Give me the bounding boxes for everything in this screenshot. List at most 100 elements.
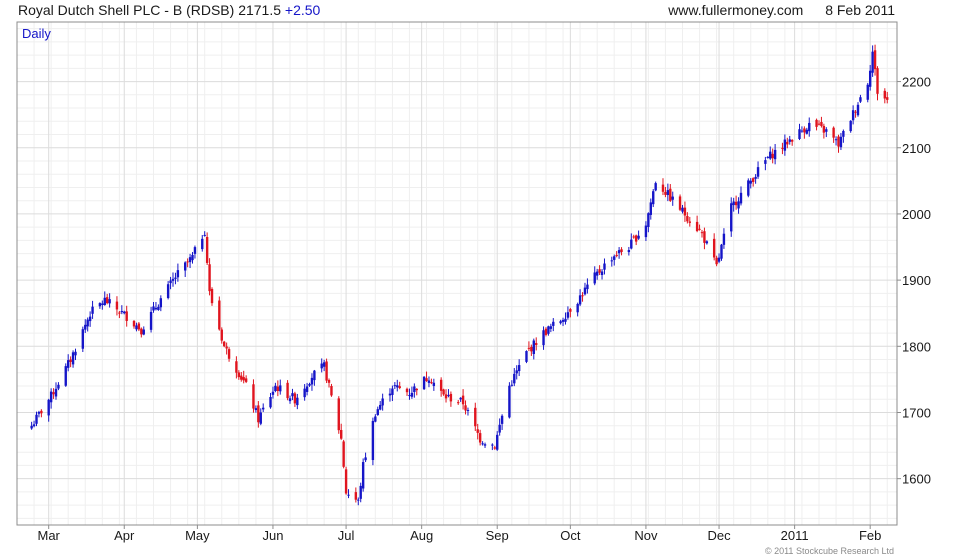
- candle-body: [664, 191, 667, 195]
- candle-body: [135, 325, 138, 330]
- x-tick-label: Nov: [634, 528, 658, 543]
- candle-body: [649, 202, 652, 215]
- candle-body: [466, 410, 470, 412]
- candle-body: [859, 97, 862, 102]
- x-tick-label: 2011: [781, 528, 809, 543]
- candle-body: [600, 271, 604, 275]
- candle-body: [291, 393, 294, 397]
- candle-body: [593, 272, 596, 284]
- candle-body: [717, 257, 721, 262]
- candle-body: [871, 51, 874, 73]
- candle-body: [154, 307, 158, 310]
- candle-body: [754, 176, 757, 179]
- candle-body: [405, 388, 409, 393]
- candle-body: [720, 244, 723, 259]
- y-tick-label: 1600: [902, 472, 931, 487]
- candle-body: [310, 377, 314, 385]
- candle-body: [374, 416, 377, 422]
- candle-body: [476, 429, 479, 433]
- candle-body: [240, 375, 243, 380]
- candle-body: [549, 326, 553, 329]
- candle-body: [208, 264, 211, 292]
- candle-body: [262, 407, 265, 410]
- candle-body: [132, 320, 136, 327]
- candle-body: [57, 384, 60, 389]
- candle-body: [203, 234, 206, 236]
- candle-body: [361, 462, 365, 489]
- candle-body: [747, 180, 750, 196]
- candle-body: [337, 398, 340, 431]
- candle-body: [169, 280, 172, 284]
- candle-body: [101, 303, 104, 305]
- candle-body: [513, 373, 516, 384]
- candle-body: [535, 343, 538, 345]
- candle-body: [54, 388, 58, 397]
- candle-body: [84, 324, 87, 330]
- candle-body: [613, 256, 616, 260]
- candle-body: [223, 341, 226, 347]
- x-tick-label: Jun: [262, 528, 283, 543]
- candle-body: [379, 404, 382, 410]
- candle-body: [498, 424, 501, 433]
- y-tick-label: 2200: [902, 75, 931, 90]
- candle-body: [820, 121, 823, 127]
- candle-body: [288, 398, 292, 402]
- candle-body: [108, 299, 111, 304]
- candle-body: [788, 139, 791, 142]
- candle-body: [532, 340, 535, 355]
- candle-body: [464, 405, 467, 411]
- candle-body: [610, 260, 613, 262]
- candle-body: [483, 444, 487, 446]
- candle-body: [620, 249, 623, 253]
- candle-body: [598, 269, 601, 273]
- candle-body: [354, 492, 358, 500]
- candle-body: [115, 301, 119, 310]
- candle-body: [344, 469, 348, 494]
- candle-body: [525, 351, 528, 362]
- candle-body: [566, 312, 570, 318]
- y-tick-label: 2000: [902, 207, 931, 222]
- candle-body: [205, 237, 209, 263]
- candle-body: [493, 447, 496, 449]
- candle-body: [235, 361, 238, 373]
- candle-body: [330, 386, 333, 396]
- y-tick-label: 1800: [902, 339, 931, 354]
- candle-body: [430, 382, 433, 384]
- candle-body: [425, 378, 428, 382]
- candle-body: [459, 397, 462, 400]
- candle-body: [74, 351, 77, 356]
- candle-body: [678, 196, 682, 210]
- candle-body: [703, 231, 706, 243]
- candle-body: [630, 239, 633, 249]
- candle-body: [69, 359, 72, 362]
- candle-body: [64, 366, 67, 386]
- plot-area: [17, 22, 897, 525]
- candle-body: [805, 129, 809, 134]
- candle-body: [773, 149, 777, 160]
- candle-body: [732, 201, 735, 206]
- candle-body: [159, 298, 163, 308]
- candle-body: [615, 254, 618, 257]
- candle-body: [340, 429, 343, 439]
- candle-body: [149, 311, 153, 330]
- copyright-note: © 2011 Stockcube Research Ltd: [764, 546, 894, 556]
- candle-body: [30, 425, 33, 429]
- candle-body: [822, 125, 826, 133]
- candle-body: [578, 295, 582, 305]
- candle-body: [700, 232, 704, 234]
- candle-body: [851, 110, 855, 121]
- candle-body: [447, 395, 450, 397]
- candle-body: [320, 363, 323, 369]
- candle-body: [883, 90, 887, 99]
- candle-body: [815, 119, 818, 127]
- candle-body: [237, 372, 241, 378]
- candle-body: [269, 396, 272, 408]
- candle-body: [715, 257, 718, 265]
- candle-body: [461, 395, 465, 405]
- candle-body: [327, 379, 331, 383]
- candle-body: [427, 380, 431, 383]
- candle-body: [734, 201, 738, 206]
- candle-body: [876, 68, 879, 94]
- candle-body: [627, 250, 631, 253]
- candle-body: [647, 213, 650, 228]
